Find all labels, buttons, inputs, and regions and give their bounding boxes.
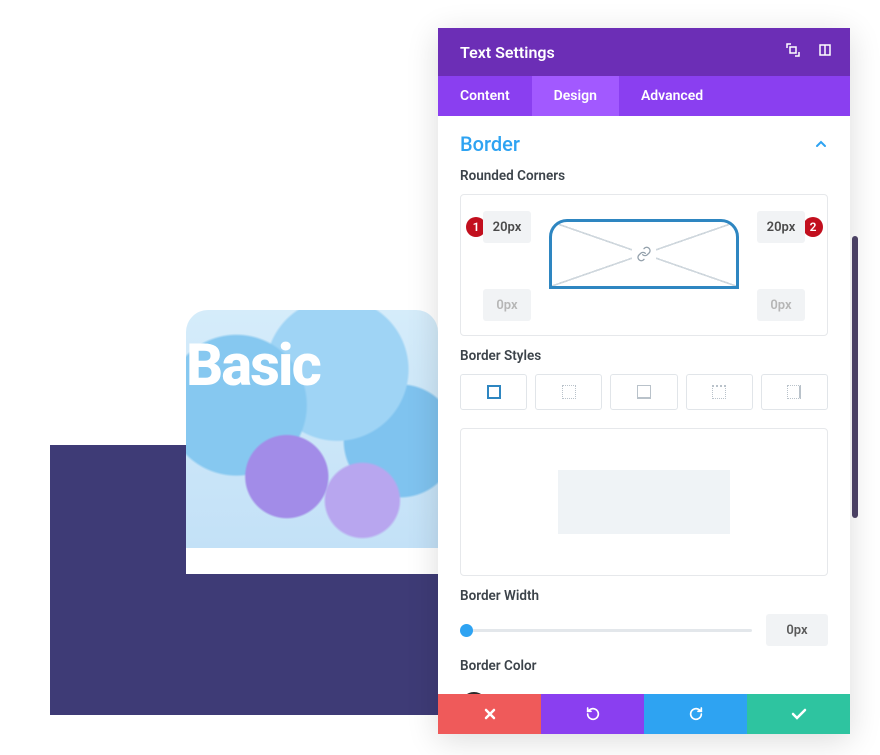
save-button[interactable] [747,694,850,734]
panel-title: Text Settings [460,43,555,62]
border-style-bottom[interactable] [686,374,753,410]
corner-preview [549,219,739,289]
section-body: Border Rounded Corners 1 2 20px 20px 0px… [438,116,850,734]
border-width-slider[interactable] [460,622,752,638]
settings-panel: Text Settings Content Design Advanced Bo… [438,28,850,734]
tab-advanced[interactable]: Advanced [619,76,725,116]
link-icon[interactable] [632,242,656,266]
redo-button[interactable] [644,694,747,734]
preview-title: Basic [186,332,320,400]
tab-content[interactable]: Content [438,76,532,116]
border-styles-row [460,374,828,410]
border-style-right[interactable] [610,374,677,410]
border-style-left[interactable] [761,374,828,410]
border-preview-box [460,428,828,576]
corner-bottom-left-input[interactable]: 0px [483,289,531,321]
close-button[interactable] [438,694,541,734]
rounded-corners-label: Rounded Corners [460,168,828,184]
corner-top-left-input[interactable]: 20px [483,211,531,243]
border-style-top[interactable] [535,374,602,410]
border-style-all[interactable] [460,374,527,410]
expand-icon[interactable] [786,43,800,61]
border-width-value[interactable]: 0px [766,614,828,646]
tabs: Content Design Advanced [438,76,850,116]
border-styles-label: Border Styles [460,348,828,364]
panel-header: Text Settings [438,28,850,76]
undo-button[interactable] [541,694,644,734]
preview-card: Basic [186,310,438,574]
border-width-row: 0px [460,614,828,646]
scrollbar[interactable] [852,236,858,518]
rounded-corners-control: 1 2 20px 20px 0px 0px [460,194,828,336]
annotation-badge-2: 2 [803,217,823,237]
tab-design[interactable]: Design [532,76,619,116]
border-color-label: Border Color [460,658,828,674]
corner-bottom-right-input[interactable]: 0px [757,289,805,321]
section-title[interactable]: Border [460,132,520,156]
border-width-label: Border Width [460,588,828,604]
menu-icon[interactable] [818,43,832,61]
chevron-up-icon[interactable] [814,137,828,151]
border-preview-inner [558,470,730,534]
action-bar [438,694,850,734]
corner-top-right-input[interactable]: 20px [757,211,805,243]
